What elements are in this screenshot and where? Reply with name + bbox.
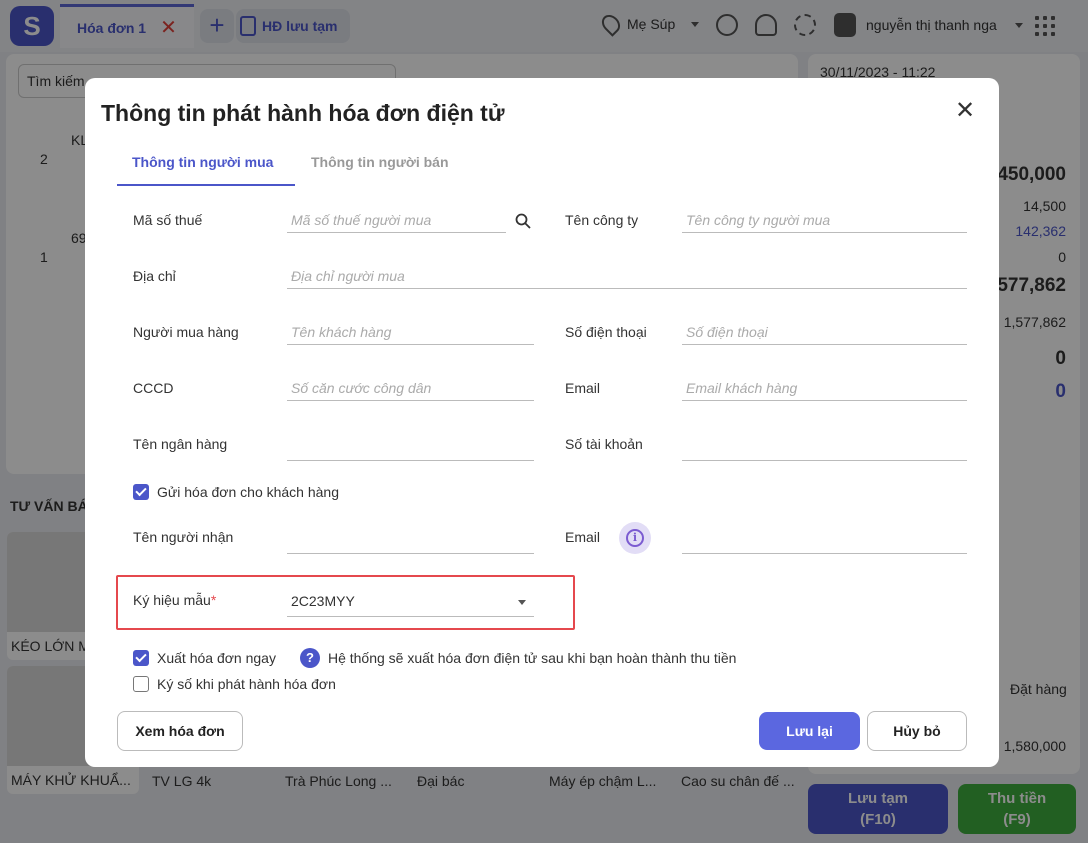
- email-label: Email: [565, 380, 601, 396]
- company-input[interactable]: [682, 207, 967, 233]
- address-label: Địa chỉ: [133, 268, 176, 284]
- send-invoice-option[interactable]: Gửi hóa đơn cho khách hàng: [133, 484, 339, 500]
- view-invoice-button[interactable]: Xem hóa đơn: [117, 711, 243, 751]
- issue-now-checkbox[interactable]: [133, 650, 149, 666]
- buyer-name-input[interactable]: [287, 319, 534, 345]
- buyer-name-label: Người mua hàng: [133, 324, 239, 340]
- issue-now-hint: Hệ thống sẽ xuất hóa đơn điện tử sau khi…: [327, 650, 737, 666]
- tab-buyer-info[interactable]: Thông tin người mua: [117, 154, 295, 186]
- template-label-text: Ký hiệu mẫu: [133, 592, 211, 608]
- send-invoice-checkbox[interactable]: [133, 484, 149, 500]
- issue-now-option[interactable]: Xuất hóa đơn ngay ? Hệ thống sẽ xuất hóa…: [133, 648, 736, 668]
- cancel-button[interactable]: Hủy bỏ: [867, 711, 967, 751]
- required-mark: *: [210, 592, 217, 608]
- dialog-title: Thông tin phát hành hóa đơn điện tử: [101, 100, 505, 126]
- issue-now-label: Xuất hóa đơn ngay: [157, 650, 276, 666]
- send-invoice-label: Gửi hóa đơn cho khách hàng: [157, 484, 340, 500]
- sign-on-issue-label: Ký số khi phát hành hóa đơn: [157, 676, 336, 692]
- id-card-input[interactable]: [287, 375, 534, 401]
- recipient-email-input[interactable]: [682, 528, 967, 554]
- phone-input[interactable]: [682, 319, 967, 345]
- info-icon[interactable]: i: [619, 522, 651, 554]
- chevron-down-icon: [518, 600, 526, 605]
- id-card-label: CCCD: [133, 380, 174, 396]
- account-number-input[interactable]: [682, 435, 967, 461]
- tax-code-input[interactable]: [287, 207, 506, 233]
- email-input[interactable]: [682, 375, 967, 401]
- template-select-value: 2C23MYY: [291, 593, 355, 609]
- tab-seller-info[interactable]: Thông tin người bán: [311, 154, 449, 186]
- phone-label: Số điện thoại: [565, 324, 647, 340]
- recipient-email-label: Email: [565, 529, 601, 545]
- search-icon[interactable]: [515, 213, 531, 229]
- company-label: Tên công ty: [565, 212, 639, 228]
- sign-on-issue-checkbox[interactable]: [133, 676, 149, 692]
- tax-code-label: Mã số thuế: [133, 212, 203, 228]
- account-number-label: Số tài khoản: [565, 436, 643, 452]
- recipient-name-label: Tên người nhận: [133, 529, 234, 545]
- help-icon[interactable]: ?: [299, 648, 320, 668]
- bank-name-input[interactable]: [287, 435, 534, 461]
- address-input[interactable]: [287, 263, 967, 289]
- template-label: Ký hiệu mẫu*: [133, 592, 216, 608]
- e-invoice-dialog: Thông tin phát hành hóa đơn điện tử ✕ Th…: [85, 78, 999, 767]
- close-icon[interactable]: ✕: [953, 99, 977, 124]
- sign-on-issue-option[interactable]: Ký số khi phát hành hóa đơn: [133, 676, 336, 692]
- recipient-name-input[interactable]: [287, 528, 534, 554]
- template-select[interactable]: 2C23MYY: [287, 589, 534, 617]
- save-button[interactable]: Lưu lại: [759, 712, 860, 750]
- bank-name-label: Tên ngân hàng: [133, 436, 228, 452]
